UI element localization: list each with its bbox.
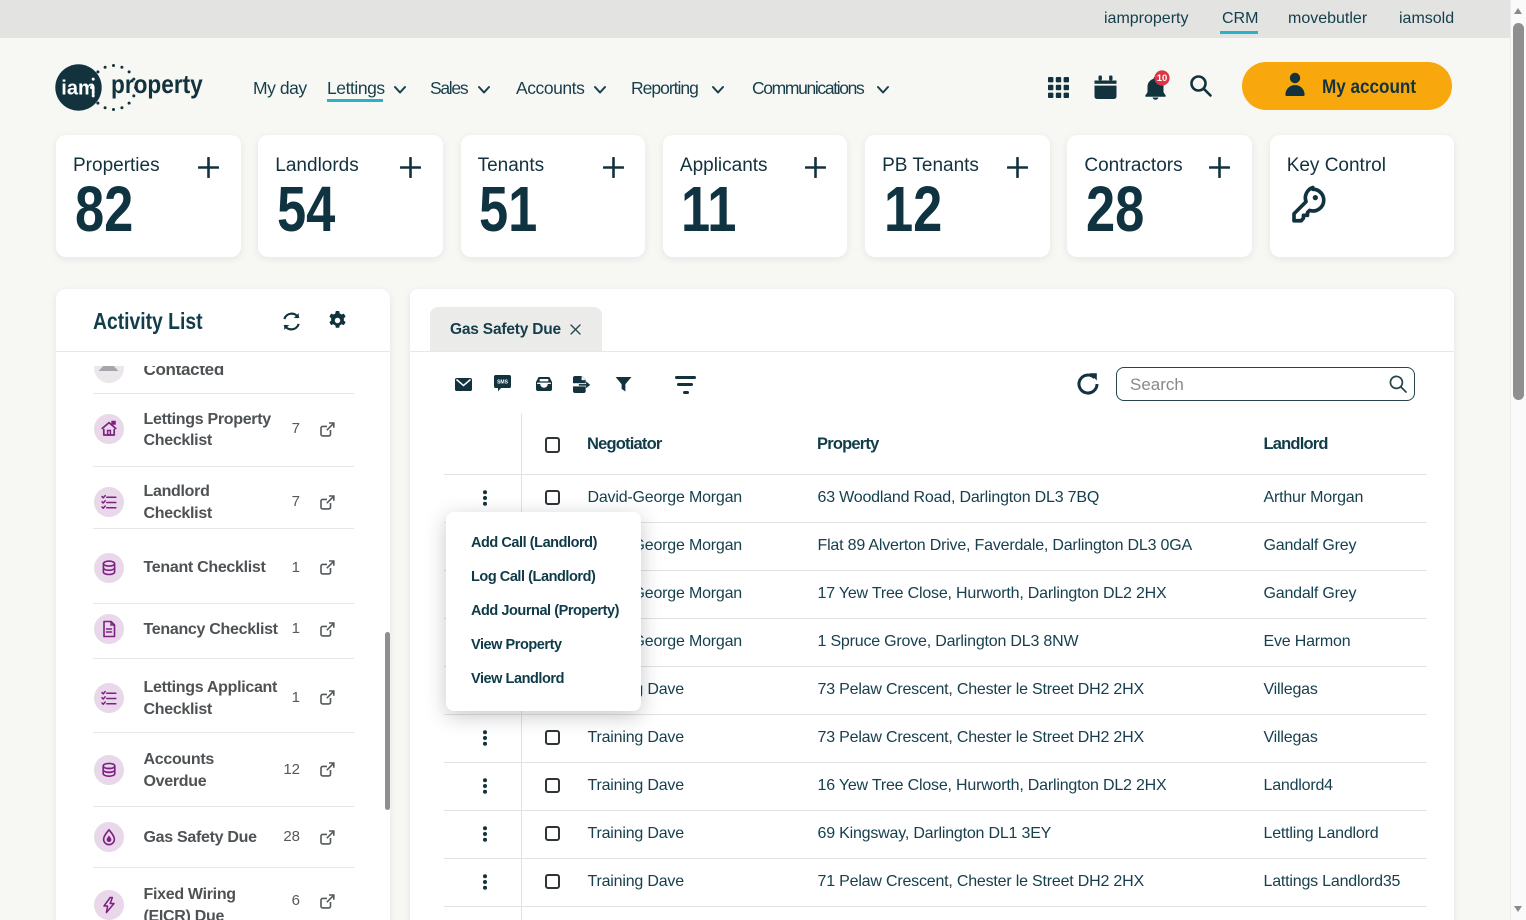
svg-text:SMS: SMS xyxy=(497,380,509,386)
svg-text:10: 10 xyxy=(1156,73,1167,84)
svg-text:iam: iam xyxy=(61,78,95,100)
